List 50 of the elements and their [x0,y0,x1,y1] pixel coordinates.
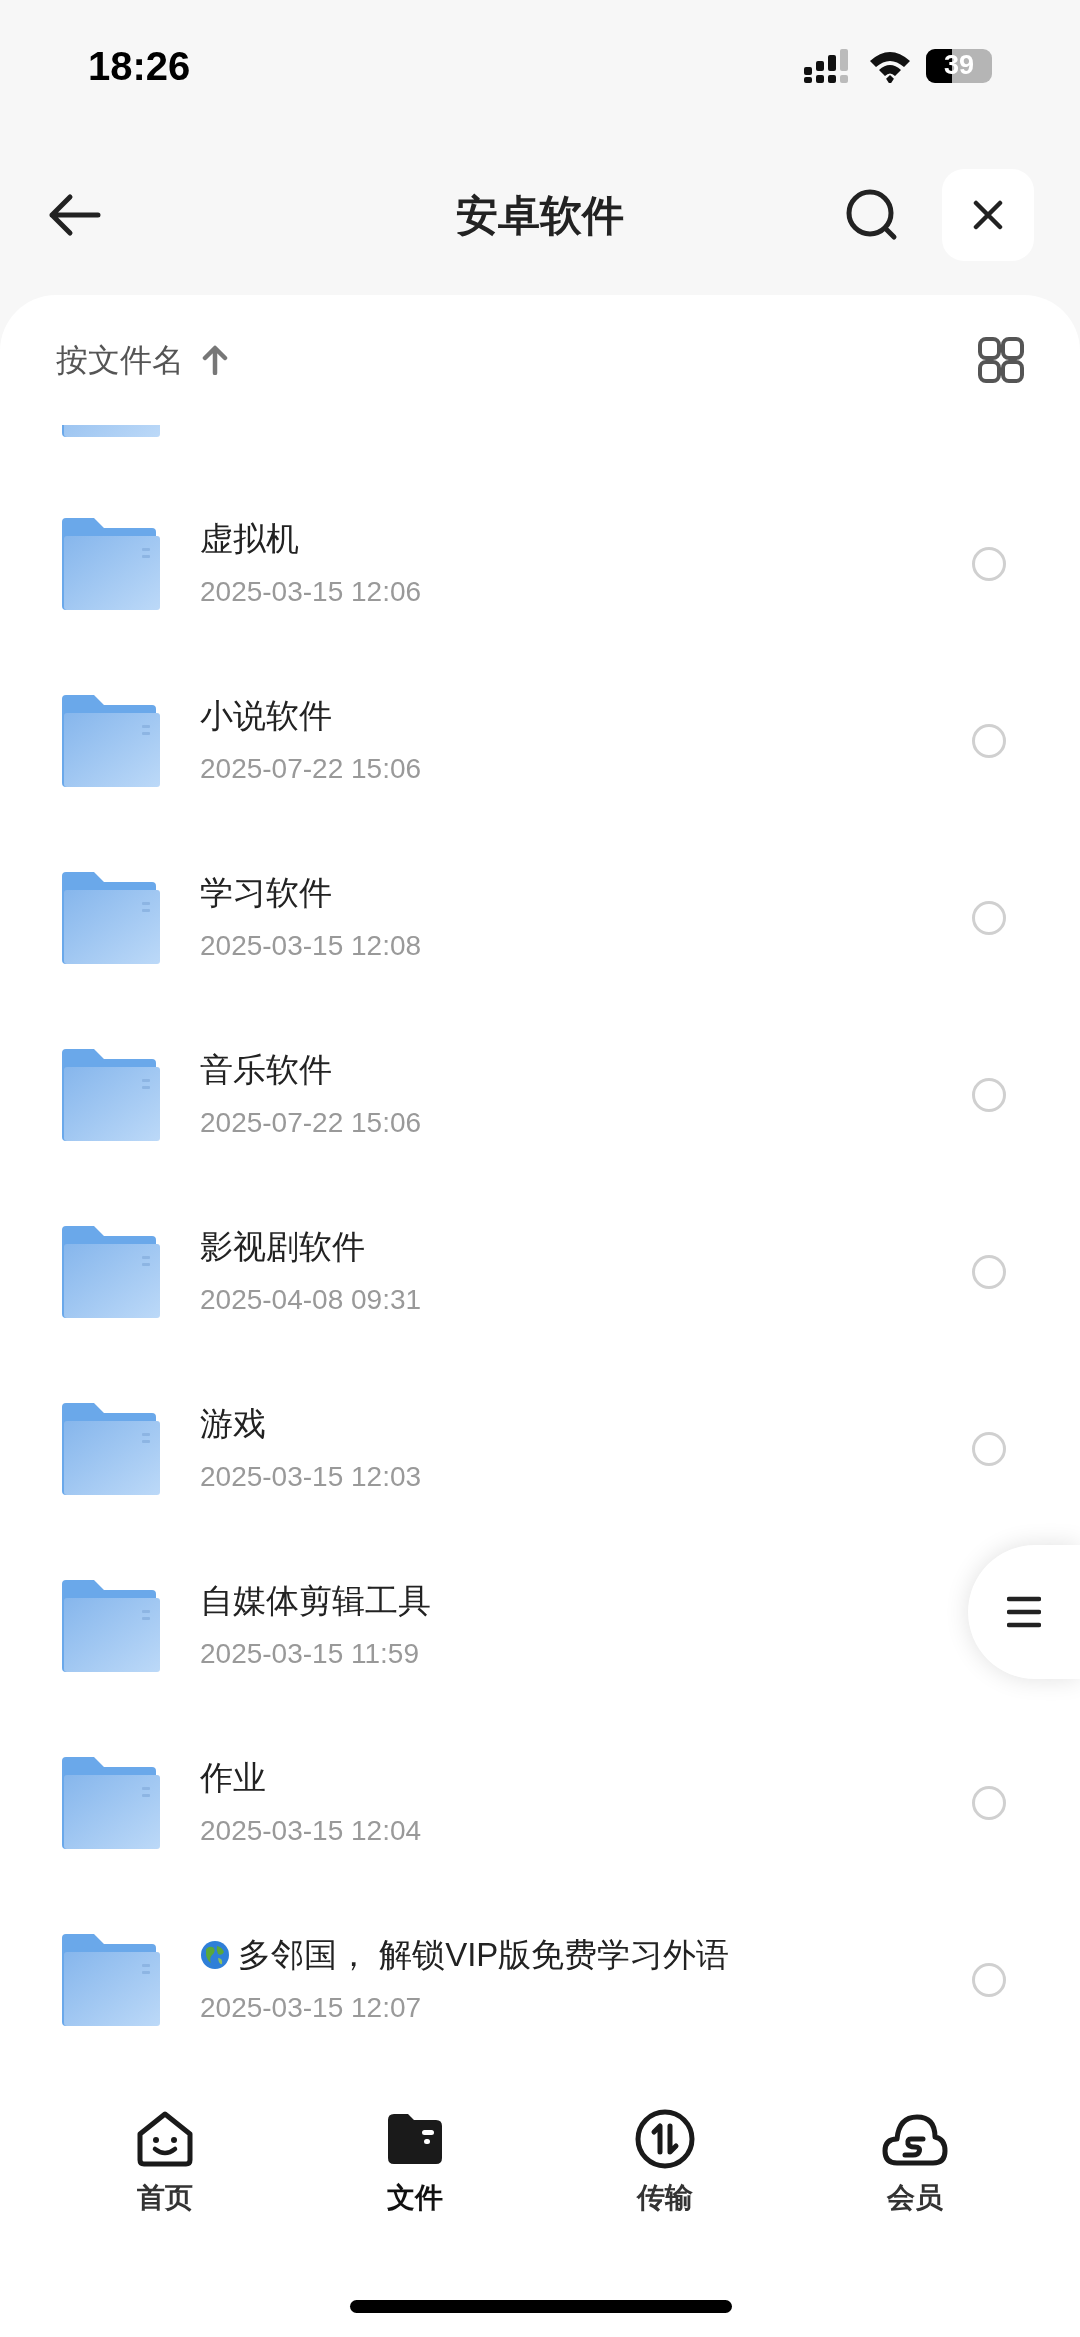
folder-date: 2025-07-22 15:06 [200,752,423,787]
select-radio[interactable] [972,546,1006,581]
folder-name: 小说软件 [200,695,332,736]
select-radio[interactable] [972,1962,1006,1997]
close-button[interactable] [942,169,1034,261]
folder-date: 2025-03-15 12:07 [200,1991,423,2026]
tab-bar-item[interactable]: 会员 [790,2107,1040,2219]
select-radio[interactable] [972,900,1006,935]
transfer-icon [634,2108,696,2170]
status-time: 18:26 [88,42,191,90]
folder-icon [60,1048,160,1141]
folder-name: 自媒体剪辑工具 [200,1580,431,1621]
tab-bar-item[interactable]: 首页 [40,2107,290,2219]
tab-bar-item[interactable]: 文件 [290,2107,540,2219]
folder-date: 2025-07-22 15:06 [200,1106,423,1141]
folder-name: 游戏 [200,1403,266,1444]
select-radio[interactable] [972,1785,1006,1820]
folder-date: 2025-03-15 12:04 [200,1814,423,1849]
folder-name: 影视剧软件 [200,1226,365,1267]
folder-icon [60,1402,160,1495]
folder-name: 虚拟机 [200,518,299,559]
globe-icon [200,1939,230,1970]
menu-icon [1007,1595,1041,1629]
select-radio[interactable] [972,1077,1006,1112]
page-title: 安卓软件 [456,190,624,241]
folder-date: 2025-03-15 11:59 [200,1637,420,1672]
folder-icon [60,517,160,610]
close-icon [973,200,1003,230]
folder-icon [60,425,160,437]
grid-view-icon[interactable] [978,337,1024,383]
folder-date: 2025-04-08 09:31 [200,1283,423,1318]
folder-name: 学习软件 [200,872,332,913]
folder-date: 2025-03-15 12:03 [200,1460,423,1495]
folder-date: 2025-03-15 12:08 [200,929,423,964]
folder-name: 音乐软件 [200,1049,332,1090]
folder-icon [60,1579,160,1672]
up-arrow-icon [202,345,228,375]
folder-icon [60,694,160,787]
select-radio[interactable] [972,1254,1006,1289]
folder-icon [60,1225,160,1318]
tab-bar-item[interactable]: 传输 [540,2107,790,2219]
folder-date: 2025-03-15 12:06 [200,575,423,610]
sort-button[interactable]: 按文件名 [56,336,228,384]
select-radio[interactable] [972,723,1006,758]
select-radio[interactable] [972,1431,1006,1466]
folder-name: 多邻国， 解锁VIP版免费学习外语 [238,1934,730,1975]
folder-icon [60,1756,160,1849]
folder-icon [60,1933,160,2026]
folder-name: 作业 [200,1757,266,1798]
folder-icon [60,871,160,964]
